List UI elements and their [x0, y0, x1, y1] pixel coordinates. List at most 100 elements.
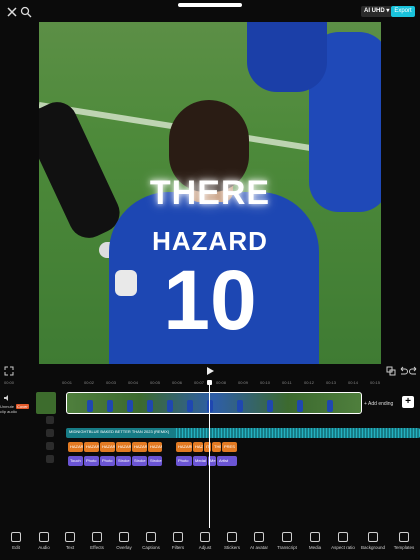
frame-player [297, 400, 303, 412]
tool-adjust[interactable]: Adjust [191, 532, 219, 550]
tool-filters[interactable]: Filters [164, 532, 192, 550]
ruler-tick: 00:09 [238, 380, 249, 385]
ruler-tick: 00:07 [194, 380, 205, 385]
effect-clip[interactable]: Photo [84, 456, 99, 466]
sparkle-icon [92, 532, 102, 542]
tool-transcript[interactable]: Transcript [273, 532, 301, 550]
keyframe-icon[interactable] [386, 366, 396, 376]
text-clip[interactable]: HAZARD [132, 442, 147, 452]
ruler-tick: 00:10 [260, 380, 271, 385]
tool-stickers[interactable]: Stickers [218, 532, 246, 550]
tool-label: Aspect ratio [331, 545, 355, 550]
tool-overlay[interactable]: Overlay [110, 532, 138, 550]
caption-track-icon[interactable] [46, 455, 54, 463]
effect-clip[interactable]: Stroke [116, 456, 131, 466]
ruler-tick: 00:02 [84, 380, 95, 385]
player-arm [247, 22, 327, 92]
frame-player [87, 400, 93, 412]
audio-track[interactable]: MIDNIGHTBLUE BAKED BETTER THAN 2023 (REM… [66, 428, 420, 438]
frame-player [107, 400, 113, 412]
ruler-tick: 00:03 [106, 380, 117, 385]
cover-thumbnail[interactable] [36, 392, 56, 414]
frame-player [127, 400, 133, 412]
text-clip[interactable]: PRES [222, 442, 237, 452]
tool-label: Templates [393, 545, 415, 550]
caption-text[interactable]: THERE [39, 174, 381, 213]
text-track-icon[interactable] [46, 442, 54, 450]
timeline[interactable]: Unmute clip audio Cover + Add ending + M… [0, 388, 420, 470]
audio-waveform [176, 428, 420, 438]
tool-effects[interactable]: Effects [83, 532, 111, 550]
ruler-tick: 00:06 [172, 380, 183, 385]
avatar-icon [254, 532, 264, 542]
add-ending-button[interactable]: + Add ending [364, 398, 393, 410]
text-clip[interactable]: HAZARD [176, 442, 192, 452]
quality-selector[interactable]: AI UHD ▾ [361, 6, 393, 17]
adjust-icon [200, 532, 210, 542]
close-icon[interactable] [6, 6, 18, 18]
tool-edit[interactable]: Edit [2, 532, 30, 550]
tool-audio[interactable]: Audio [30, 532, 58, 550]
ruler-tick: 00:04 [128, 380, 139, 385]
tool-label: Audio [38, 545, 50, 550]
scissors-icon [11, 532, 21, 542]
video-track[interactable] [66, 392, 362, 414]
text-icon [65, 532, 75, 542]
effect-clip[interactable]: Stroke [132, 456, 147, 466]
ruler-tick: 00:05 [150, 380, 161, 385]
track-icons [46, 416, 56, 468]
transcript-icon [282, 532, 292, 542]
sticker-icon [227, 532, 237, 542]
audio-track-label: MIDNIGHTBLUE BAKED BETTER THAN 2023 (REM… [69, 429, 170, 434]
speaker-icon[interactable] [3, 394, 11, 402]
text-clip[interactable]: HAZARD [116, 442, 131, 452]
overlay-icon [119, 532, 129, 542]
cover-label[interactable]: Cover [16, 404, 29, 409]
redo-icon[interactable] [409, 366, 419, 376]
top-bar: AI UHD ▾ Export [0, 0, 420, 22]
tool-label: Captions [142, 545, 160, 550]
timeline-left-tools: Unmute clip audio Cover [0, 392, 34, 420]
undo-icon[interactable] [398, 366, 408, 376]
tool-label: Transcript [277, 545, 297, 550]
tool-text[interactable]: Text [56, 532, 84, 550]
video-preview[interactable]: THERE HAZARD 10 [39, 22, 381, 364]
tool-captions[interactable]: Captions [137, 532, 165, 550]
effect-clip[interactable]: Medal [193, 456, 207, 466]
frame-player [267, 400, 273, 412]
effect-clip[interactable]: Artist [217, 456, 237, 466]
music-note-icon [39, 532, 49, 542]
text-clip[interactable]: THE [212, 442, 221, 452]
effect-clip[interactable]: Photo [100, 456, 115, 466]
tool-label: Background [360, 545, 386, 550]
text-clip[interactable]: HAZARD [100, 442, 115, 452]
ruler-tick: 00:12 [304, 380, 315, 385]
frame-player [147, 400, 153, 412]
text-clip[interactable]: HAZARD [84, 442, 99, 452]
search-icon[interactable] [20, 6, 32, 18]
tool-templates[interactable]: Templates [390, 532, 418, 550]
drag-handle[interactable] [178, 3, 242, 7]
play-icon[interactable] [205, 366, 215, 376]
fullscreen-icon[interactable] [4, 366, 14, 376]
playhead[interactable] [207, 380, 212, 528]
text-clip[interactable]: HAZARD [68, 442, 83, 452]
tool-label: Text [65, 545, 75, 550]
tool-ai-avatar[interactable]: AI avatar [245, 532, 273, 550]
effect-clip[interactable]: Touch [68, 456, 83, 466]
tool-aspect-ratio[interactable]: Aspect ratio [329, 532, 357, 550]
effect-clip[interactable]: Stroke [148, 456, 162, 466]
frame-player [237, 400, 243, 412]
frame-player [167, 400, 173, 412]
lock-icon[interactable] [46, 416, 54, 424]
text-clip[interactable]: HAZ [193, 442, 203, 452]
text-clip[interactable]: HAZARD [148, 442, 162, 452]
frame-player [187, 400, 193, 412]
add-media-button[interactable]: + [402, 396, 414, 408]
export-button[interactable]: Export [391, 6, 415, 17]
audio-track-icon[interactable] [46, 429, 54, 437]
tool-media[interactable]: Media [301, 532, 329, 550]
effect-clip[interactable]: Photo [176, 456, 192, 466]
tool-background[interactable]: Background [359, 532, 387, 550]
jersey-number: 10 [163, 253, 257, 347]
